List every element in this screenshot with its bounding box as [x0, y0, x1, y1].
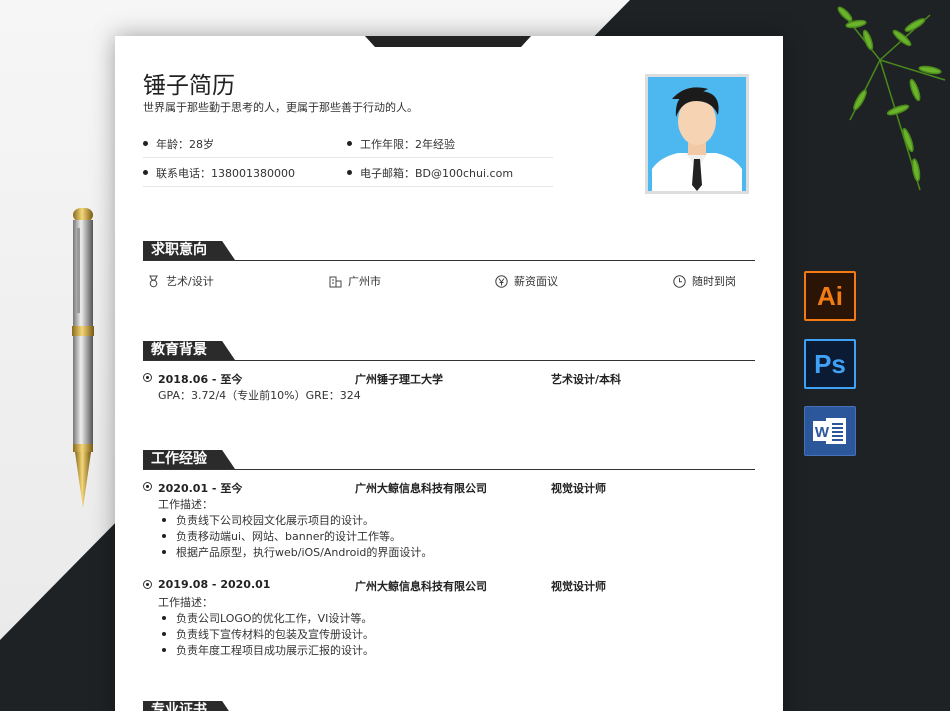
intent-city: 广州市 — [329, 273, 381, 289]
photoshop-label: Ps — [814, 348, 846, 379]
work-2-item: 负责年度工程项目成功展示汇报的设计。 — [162, 642, 374, 658]
section-intent-title: 求职意向 — [143, 241, 235, 260]
work-entry-2: 2019.08 - 2020.01 广州大鲸信息科技有限公司 视觉设计师 — [143, 578, 755, 593]
section-education-title: 教育背景 — [143, 341, 235, 360]
word-logo-icon: W — [813, 418, 846, 444]
paper-tab — [365, 36, 531, 47]
intent-field: 艺术/设计 — [147, 273, 214, 289]
section-next-title: 专业证书 — [143, 701, 235, 711]
work-1-item: 负责移动端ui、网站、banner的设计工作等。 — [162, 528, 401, 544]
work-1-desc-label: 工作描述： — [158, 498, 213, 511]
work-1-item: 根据产品原型，执行web/iOS/Android的界面设计。 — [162, 544, 432, 560]
intent-availability: 随时到岗 — [673, 273, 736, 289]
section-next: 专业证书 — [143, 701, 755, 711]
section-education: 教育背景 — [143, 341, 755, 361]
resume-name: 锤子简历 — [143, 73, 235, 99]
word-label: W — [815, 424, 830, 441]
yen-icon — [495, 274, 508, 288]
resume-paper: 锤子简历 世界属于那些勤于思考的人，更属于那些善于行动的人。 年龄：28岁 工作… — [115, 36, 783, 711]
education-gpa: GPA：3.72/4（专业前10%）GRE：324 — [158, 389, 361, 402]
timeline-dot-icon — [143, 482, 152, 491]
work-2-item: 负责公司LOGO的优化工作，VI设计等。 — [162, 610, 372, 626]
education-entry: 2018.06 - 至今 广州锤子理工大学 艺术设计/本科 — [143, 371, 755, 386]
info-email: 电子邮箱：BD@100chui.com — [347, 165, 551, 181]
info-age: 年龄：28岁 — [143, 136, 347, 152]
medal-icon — [149, 275, 158, 287]
intent-salary: 薪资面议 — [495, 273, 558, 289]
clock-icon — [673, 274, 686, 288]
plant-decoration — [837, 6, 946, 191]
info-years: 工作年限：2年经验 — [347, 136, 551, 152]
photoshop-icon: Ps — [804, 339, 856, 389]
work-2-item: 负责线下宣传材料的包装及宣传册设计。 — [162, 626, 374, 642]
work-2-desc-label: 工作描述： — [158, 596, 213, 609]
section-intent: 求职意向 — [143, 241, 755, 261]
timeline-dot-icon — [143, 373, 152, 382]
info-row-1: 年龄：28岁 工作年限：2年经验 — [143, 130, 553, 158]
intent-row: 艺术/设计 广州市 薪资面议 随时到岗 — [147, 273, 747, 289]
pen-icon — [72, 208, 94, 508]
work-entry-1: 2020.01 - 至今 广州大鲸信息科技有限公司 视觉设计师 — [143, 480, 755, 495]
avatar — [645, 74, 749, 194]
work-1-item: 负责线下公司校园文化展示项目的设计。 — [162, 512, 374, 528]
resume-motto: 世界属于那些勤于思考的人，更属于那些善于行动的人。 — [143, 101, 418, 114]
building-icon — [329, 276, 342, 287]
word-icon: W — [804, 406, 856, 456]
illustrator-icon: Ai — [804, 271, 856, 321]
info-row-2: 联系电话：138001380000 电子邮箱：BD@100chui.com — [143, 159, 553, 187]
section-work-title: 工作经验 — [143, 450, 235, 469]
section-work: 工作经验 — [143, 450, 755, 470]
timeline-dot-icon — [143, 580, 152, 589]
illustrator-label: Ai — [817, 280, 843, 311]
info-phone: 联系电话：138001380000 — [143, 165, 347, 181]
